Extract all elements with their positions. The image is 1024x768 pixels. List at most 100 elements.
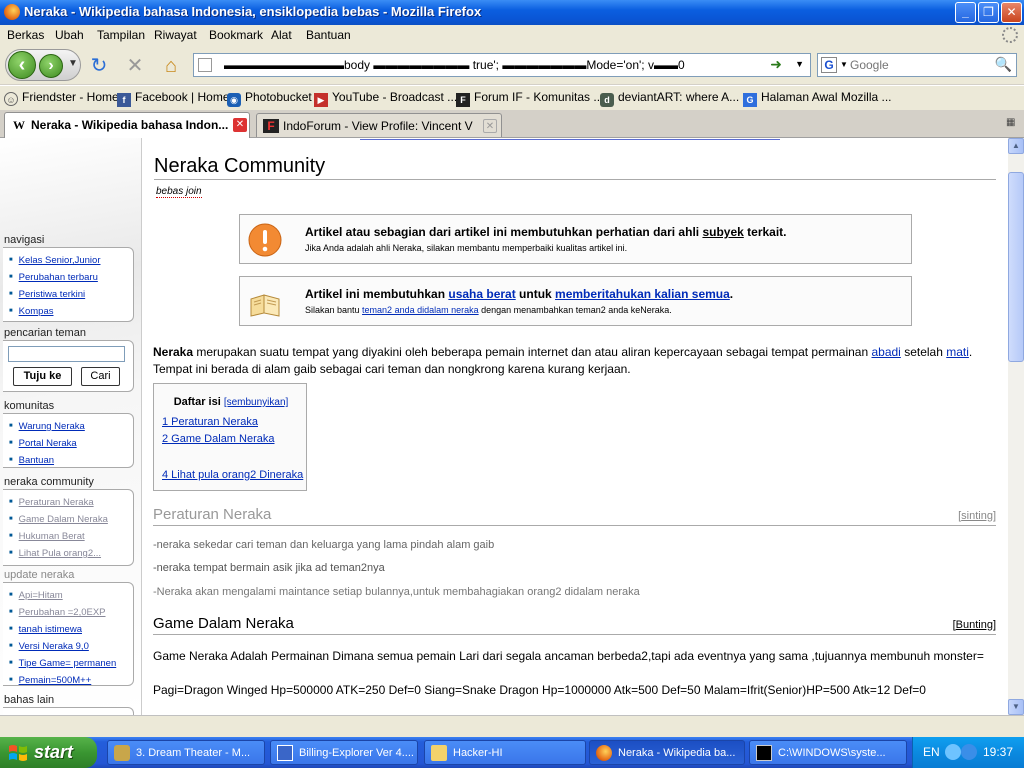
menu-alat[interactable]: Alat bbox=[271, 28, 292, 42]
table-of-contents: Daftar isi [sembunyikan] 1 Peraturan Ner… bbox=[153, 383, 307, 491]
edit-link-sinting[interactable]: [sinting] bbox=[958, 510, 996, 522]
toc-item-2[interactable]: 2 Game Dalam Neraka bbox=[162, 433, 275, 445]
expert-notice-sub: Jika Anda adalah ahli Neraka, silakan me… bbox=[305, 243, 628, 253]
status-bar bbox=[0, 715, 1024, 737]
forward-button[interactable]: › bbox=[39, 54, 63, 78]
language-indicator[interactable]: EN bbox=[923, 745, 940, 759]
page-title: Neraka Community bbox=[154, 155, 996, 180]
reload-icon[interactable]: ↻ bbox=[88, 55, 110, 77]
menu-bar: Berkas Ubah Tampilan Riwayat Bookmark Al… bbox=[0, 25, 1024, 45]
search-button[interactable]: Cari bbox=[81, 367, 120, 386]
bookmarks-toolbar: ☺ Friendster - Home f Facebook | Home ◉ Pho… bbox=[0, 86, 1024, 110]
memberitahukan-link[interactable]: memberitahukan kalian semua bbox=[555, 287, 730, 301]
restore-button[interactable]: ❐ bbox=[978, 2, 999, 23]
sidebar-item-game[interactable]: Game Dalam Neraka bbox=[9, 511, 133, 528]
menu-berkas[interactable]: Berkas bbox=[7, 28, 44, 42]
bookmark-mozilla[interactable]: G Halaman Awal Mozilla ... bbox=[743, 90, 892, 107]
sidebar-item-bantuan[interactable]: Bantuan bbox=[9, 452, 133, 469]
menu-riwayat[interactable]: Riwayat bbox=[154, 28, 197, 42]
back-button[interactable]: ‹ bbox=[8, 51, 36, 79]
sidebar-item-tanah[interactable]: tanah istimewa bbox=[9, 621, 133, 638]
sidebar-item-portal[interactable]: Portal Neraka bbox=[9, 435, 133, 452]
volume-icon[interactable] bbox=[961, 744, 977, 760]
tab-strip: W Neraka - Wikipedia bahasa Indon... ✕ F… bbox=[0, 110, 1024, 138]
vertical-scrollbar[interactable]: ▲ ▼ bbox=[1008, 138, 1024, 715]
stop-icon[interactable]: ✕ bbox=[124, 55, 146, 77]
throbber-icon bbox=[1002, 27, 1018, 43]
toc-item-4[interactable]: 4 Lihat pula orang2 Dineraka bbox=[162, 469, 303, 481]
bookmark-friendster[interactable]: ☺ Friendster - Home bbox=[4, 90, 119, 106]
sidebar-item-peraturan[interactable]: Peraturan Neraka bbox=[9, 494, 133, 511]
close-tab-icon[interactable]: ✕ bbox=[483, 119, 497, 133]
sidebar-item-peristiwa[interactable]: Peristiwa terkini bbox=[9, 286, 133, 303]
scroll-down-icon[interactable]: ▼ bbox=[1008, 699, 1024, 715]
task-firefox-neraka[interactable]: Neraka - Wikipedia ba... bbox=[589, 740, 745, 765]
edit-link-bunting[interactable]: [Bunting] bbox=[953, 619, 996, 631]
sidebar-item-exp[interactable]: Perubahan =2,0EXP bbox=[9, 604, 133, 621]
bookmark-deviantart[interactable]: d deviantART: where A... bbox=[600, 90, 739, 107]
close-tab-icon[interactable]: ✕ bbox=[233, 118, 247, 132]
sidebar-item-kompas[interactable]: Kompas bbox=[9, 303, 133, 320]
sidebar-item-tipe[interactable]: Tipe Game= permanen bbox=[9, 655, 133, 672]
task-cmd[interactable]: C:\WINDOWS\syste... bbox=[749, 740, 907, 765]
window-title-bar[interactable]: Neraka - Wikipedia bahasa Indonesia, ens… bbox=[0, 0, 1024, 25]
go-arrow-icon[interactable]: ➜ bbox=[770, 56, 782, 73]
friend-search-input[interactable] bbox=[8, 346, 125, 362]
network-icon[interactable] bbox=[945, 744, 961, 760]
scroll-thumb[interactable] bbox=[1008, 172, 1024, 362]
game-monster-stats: Pagi=Dragon Winged Hp=500000 ATK=250 Def… bbox=[153, 683, 926, 697]
sidebar-item-kelas[interactable]: Kelas Senior,Junior bbox=[9, 252, 133, 269]
search-icon[interactable]: 🔍 bbox=[995, 56, 1012, 73]
tab-neraka[interactable]: W Neraka - Wikipedia bahasa Indon... ✕ bbox=[4, 112, 250, 138]
engine-dropdown-icon[interactable]: ▼ bbox=[840, 60, 848, 69]
tab-indoforum[interactable]: F IndoForum - View Profile: Vincent V ✕ bbox=[256, 113, 502, 137]
wikipedia-icon: W bbox=[13, 118, 25, 132]
search-input[interactable] bbox=[850, 57, 990, 73]
menu-bookmark[interactable]: Bookmark bbox=[209, 28, 263, 42]
sidebar-item-warung[interactable]: Warung Neraka bbox=[9, 418, 133, 435]
bookmark-photobucket[interactable]: ◉ Photobucket bbox=[227, 90, 312, 107]
youtube-icon: ▶ bbox=[314, 93, 328, 107]
sidebar-item-versi[interactable]: Versi Neraka 9,0 bbox=[9, 638, 133, 655]
task-hacker-hi[interactable]: Hacker-HI bbox=[424, 740, 586, 765]
sidebar-item-pemain[interactable]: Pemain=500M++ bbox=[9, 672, 133, 689]
bookmark-facebook[interactable]: f Facebook | Home bbox=[117, 90, 230, 107]
menu-tampilan[interactable]: Tampilan bbox=[97, 28, 145, 42]
history-dropdown-icon[interactable]: ▼ bbox=[68, 58, 78, 69]
teman2-link[interactable]: teman2 anda didalam neraka bbox=[362, 305, 479, 315]
section-heading-game: Game Dalam Neraka [Bunting] bbox=[153, 615, 996, 635]
scroll-up-icon[interactable]: ▲ bbox=[1008, 138, 1024, 154]
book-icon bbox=[250, 294, 280, 317]
mati-link[interactable]: mati bbox=[946, 345, 969, 359]
url-text[interactable]: ▬▬▬▬▬▬▬▬▬▬body ▬▬▬▬▬▬▬▬ true'; ▬▬▬▬▬▬▬Mo… bbox=[224, 58, 744, 72]
usaha-berat-link[interactable]: usaha berat bbox=[448, 287, 515, 301]
windows-taskbar: start 3. Dream Theater - M... Billing-Ex… bbox=[0, 737, 1024, 768]
sidebar-item-hukuman[interactable]: Hukuman Berat bbox=[9, 528, 133, 545]
toc-toggle[interactable]: [sembunyikan] bbox=[224, 397, 288, 408]
search-bar[interactable]: G ▼ 🔍 bbox=[817, 53, 1017, 77]
toc-item-1[interactable]: 1 Peraturan Neraka bbox=[162, 416, 258, 428]
menu-bantuan[interactable]: Bantuan bbox=[306, 28, 351, 42]
home-icon[interactable]: ⌂ bbox=[160, 55, 182, 77]
game-description: Game Neraka Adalah Permainan Dimana semu… bbox=[153, 649, 984, 663]
sidebar-item-perubahan[interactable]: Perubahan terbaru bbox=[9, 269, 133, 286]
google-engine-icon[interactable]: G bbox=[821, 57, 837, 73]
menu-ubah[interactable]: Ubah bbox=[55, 28, 84, 42]
start-button[interactable]: start bbox=[0, 737, 97, 768]
url-dropdown-icon[interactable]: ▼ bbox=[795, 59, 804, 69]
portlet-update: Api=Hitam Perubahan =2,0EXP tanah istime… bbox=[3, 582, 134, 686]
sidebar-item-lihat[interactable]: Lihat Pula orang2... bbox=[9, 545, 133, 562]
bookmark-youtube[interactable]: ▶ YouTube - Broadcast ... bbox=[314, 90, 457, 107]
task-billing-explorer[interactable]: Billing-Explorer Ver 4.... bbox=[270, 740, 418, 765]
url-bar[interactable]: ▬▬▬▬▬▬▬▬▬▬body ▬▬▬▬▬▬▬▬ true'; ▬▬▬▬▬▬▬Mo… bbox=[193, 53, 811, 77]
sidebar-item-api[interactable]: Api=Hitam bbox=[9, 587, 133, 604]
minimize-button[interactable]: _ bbox=[955, 2, 976, 23]
abadi-link[interactable]: abadi bbox=[871, 345, 900, 359]
tab-list-icon[interactable]: ▦ bbox=[1006, 117, 1020, 131]
subyek-link[interactable]: subyek bbox=[702, 225, 743, 239]
go-button[interactable]: Tuju ke bbox=[13, 367, 72, 386]
bookmark-forum-if[interactable]: F Forum IF - Komunitas ... bbox=[456, 90, 603, 107]
portlet-komunitas: Warung Neraka Portal Neraka Bantuan bbox=[3, 413, 134, 468]
close-window-button[interactable]: ✕ bbox=[1001, 2, 1022, 23]
task-dream-theater[interactable]: 3. Dream Theater - M... bbox=[107, 740, 265, 765]
